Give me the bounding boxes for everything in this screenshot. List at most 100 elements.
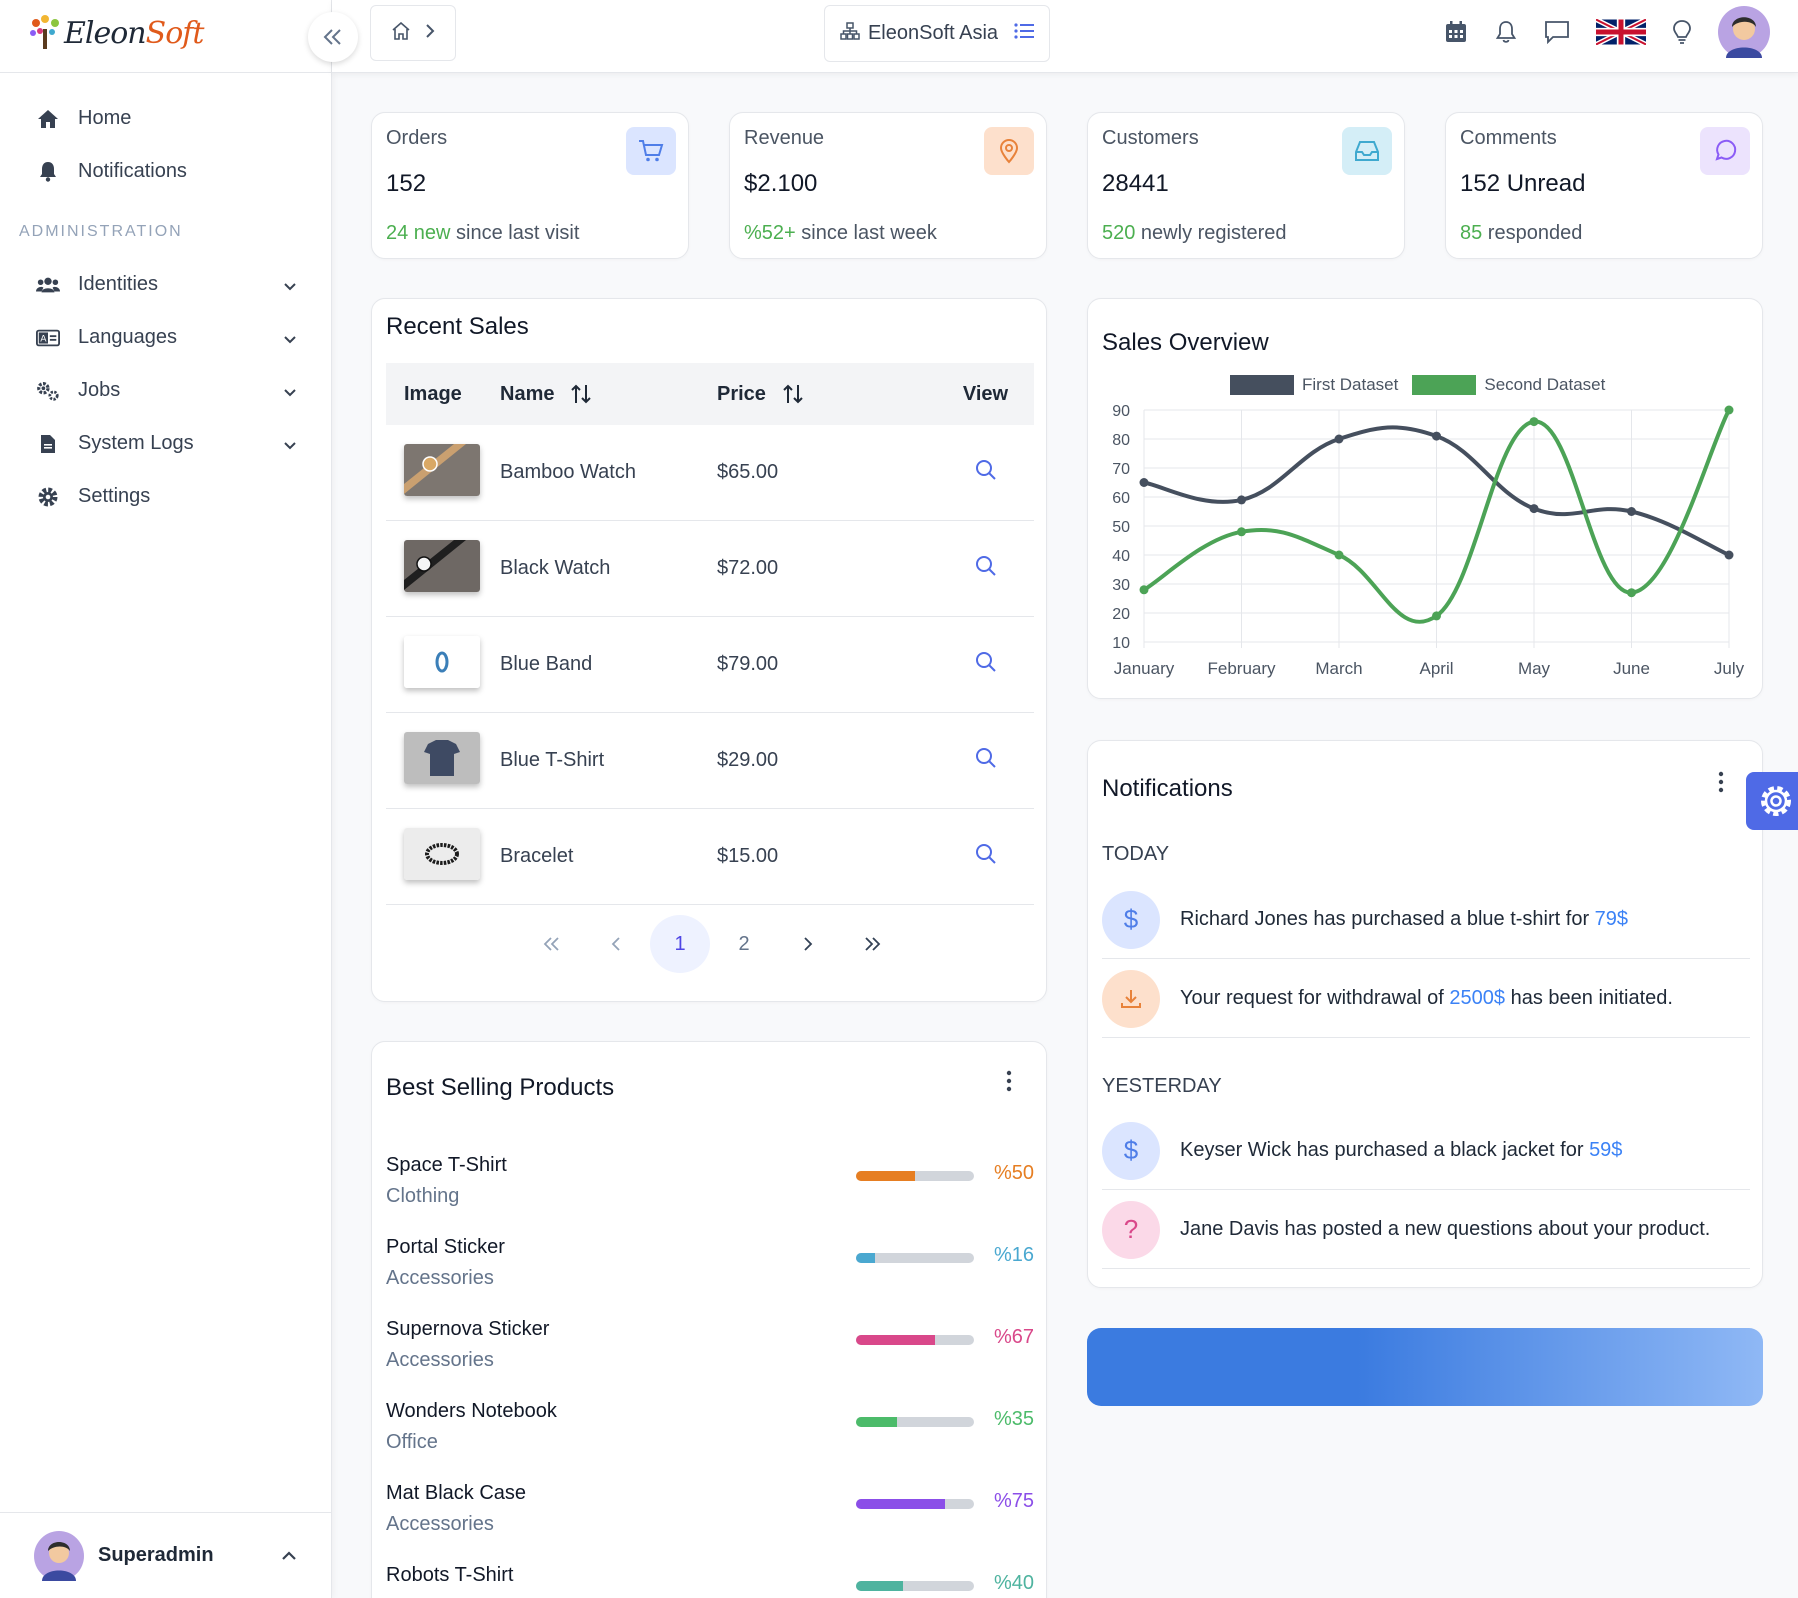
more-vertical-icon[interactable] <box>1718 771 1724 799</box>
view-search-icon[interactable] <box>937 747 1034 775</box>
logo-text-part2: Soft <box>145 15 205 51</box>
column-header-name[interactable]: Name <box>500 383 717 406</box>
notification-item[interactable]: $ Richard Jones has purchased a blue t-s… <box>1102 881 1750 959</box>
notification-item[interactable]: $ Keyser Wick has purchased a black jack… <box>1102 1112 1750 1190</box>
stat-card-comments: Comments 152 Unread 85 responded <box>1445 112 1763 259</box>
best-product-item: Wonders Notebook Office %35 <box>386 1400 1034 1464</box>
dollar-icon: $ <box>1102 1121 1160 1180</box>
product-category: Office <box>386 1431 438 1453</box>
product-image <box>404 539 480 592</box>
card-title: Best Selling Products <box>386 1074 615 1101</box>
calendar-icon[interactable] <box>1444 20 1468 49</box>
promo-banner[interactable] <box>1087 1328 1763 1406</box>
progress-fill <box>856 1253 875 1263</box>
data-point <box>1237 495 1246 505</box>
notification-item[interactable]: Your request for withdrawal of 2500$ has… <box>1102 960 1750 1038</box>
column-header-image: Image <box>404 382 462 405</box>
profile-avatar[interactable] <box>1718 5 1770 63</box>
tenant-selector[interactable]: EleonSoft Asia <box>824 5 1050 62</box>
uk-flag-icon[interactable] <box>1594 16 1648 50</box>
product-name: Bracelet <box>500 845 574 867</box>
more-vertical-icon[interactable] <box>1006 1070 1012 1098</box>
column-header-price[interactable]: Price <box>717 383 937 406</box>
cart-icon <box>626 127 676 175</box>
product-price: $79.00 <box>717 653 779 675</box>
stat-subtext: 24 new since last visit <box>386 222 580 244</box>
map-pin-icon <box>984 127 1034 175</box>
home-icon[interactable] <box>391 21 411 45</box>
sidebar-item-settings[interactable]: Settings <box>0 470 332 523</box>
breadcrumb <box>370 5 456 61</box>
logo[interactable]: EleonSoft <box>28 8 205 58</box>
sidebar-item-languages[interactable]: A Languages <box>0 311 332 364</box>
progress-bar <box>856 1417 974 1427</box>
prev-page-button[interactable] <box>586 915 646 973</box>
data-point <box>1627 507 1636 516</box>
x-tick-label: July <box>1714 659 1745 678</box>
gear-icon <box>1761 786 1791 816</box>
sidebar-item-identities[interactable]: Identities <box>0 258 332 311</box>
line-chart: 10 20 30 40 50 60 70 80 90 January February March Ap… <box>1112 403 1745 678</box>
view-search-icon[interactable] <box>937 651 1034 679</box>
first-page-button[interactable] <box>522 915 582 973</box>
product-name: Blue Band <box>500 653 593 675</box>
notification-item[interactable]: ? Jane Davis has posted a new questions … <box>1102 1191 1750 1269</box>
product-name: Blue T-Shirt <box>500 749 605 771</box>
product-category: Accessories <box>386 1267 494 1289</box>
product-price: $29.00 <box>717 749 779 771</box>
sidebar-item-label: Settings <box>78 485 151 507</box>
progress-fill <box>856 1335 936 1345</box>
notification-group-label: TODAY <box>1102 843 1170 865</box>
sidebar-item-label: Jobs <box>78 379 121 401</box>
sidebar-item-system-logs[interactable]: System Logs <box>0 417 332 470</box>
y-tick-label: 50 <box>1112 519 1130 536</box>
view-search-icon[interactable] <box>937 843 1034 871</box>
logo-text-part1: Eleon <box>64 15 147 51</box>
comment-icon <box>1700 127 1750 175</box>
section-label-administration: ADMINISTRATION <box>19 223 183 240</box>
progress-bar <box>856 1253 974 1263</box>
data-point <box>1627 588 1636 598</box>
y-tick-label: 10 <box>1112 635 1130 652</box>
chat-icon[interactable] <box>1544 20 1570 49</box>
product-category: Accessories <box>386 1349 494 1371</box>
sidebar-item-notifications[interactable]: Notifications <box>0 145 332 198</box>
best-product-item: Space T-Shirt Clothing %50 <box>386 1154 1034 1218</box>
view-search-icon[interactable] <box>937 459 1034 487</box>
bell-icon[interactable] <box>1494 20 1518 49</box>
lightbulb-icon[interactable] <box>1672 19 1692 50</box>
product-price: $15.00 <box>717 845 779 867</box>
page-2-button[interactable]: 2 <box>714 915 774 973</box>
progress-fill <box>856 1499 945 1509</box>
x-tick-label: May <box>1518 659 1551 678</box>
last-page-button[interactable] <box>842 915 902 973</box>
stat-subtext: 520 newly registered <box>1102 222 1287 244</box>
settings-gear-tab[interactable] <box>1746 772 1798 830</box>
progress-bar <box>856 1499 974 1509</box>
progress-fill <box>856 1417 898 1427</box>
sidebar-item-jobs[interactable]: Jobs <box>0 364 332 417</box>
chevron-down-icon <box>284 380 296 403</box>
y-tick-label: 70 <box>1112 461 1130 478</box>
table-row: Blue Band $79.00 <box>386 617 1034 713</box>
sidebar-item-home[interactable]: Home <box>0 92 332 145</box>
data-point <box>1432 431 1441 441</box>
y-tick-label: 60 <box>1112 490 1130 507</box>
notifications-card: Notifications TODAY $ Richard Jones has … <box>1087 740 1763 1288</box>
progress-bar <box>856 1581 974 1591</box>
product-name: Black Watch <box>500 557 611 579</box>
bell-icon <box>36 160 60 184</box>
best-product-item: Mat Black Case Accessories %75 <box>386 1482 1034 1546</box>
data-point <box>1139 478 1149 487</box>
collapse-sidebar-button[interactable] <box>308 12 358 62</box>
page-1-button[interactable]: 1 <box>650 915 710 973</box>
y-tick-label: 90 <box>1112 403 1130 420</box>
double-chevron-left-icon <box>323 29 341 45</box>
view-search-icon[interactable] <box>937 555 1034 583</box>
product-image <box>404 443 480 496</box>
best-selling-card: Best Selling Products Space T-Shirt Cloth… <box>371 1041 1047 1598</box>
next-page-button[interactable] <box>778 915 838 973</box>
data-point <box>1237 527 1246 537</box>
user-menu[interactable]: Superadmin <box>0 1512 332 1598</box>
chevron-up-icon[interactable] <box>282 1547 296 1565</box>
